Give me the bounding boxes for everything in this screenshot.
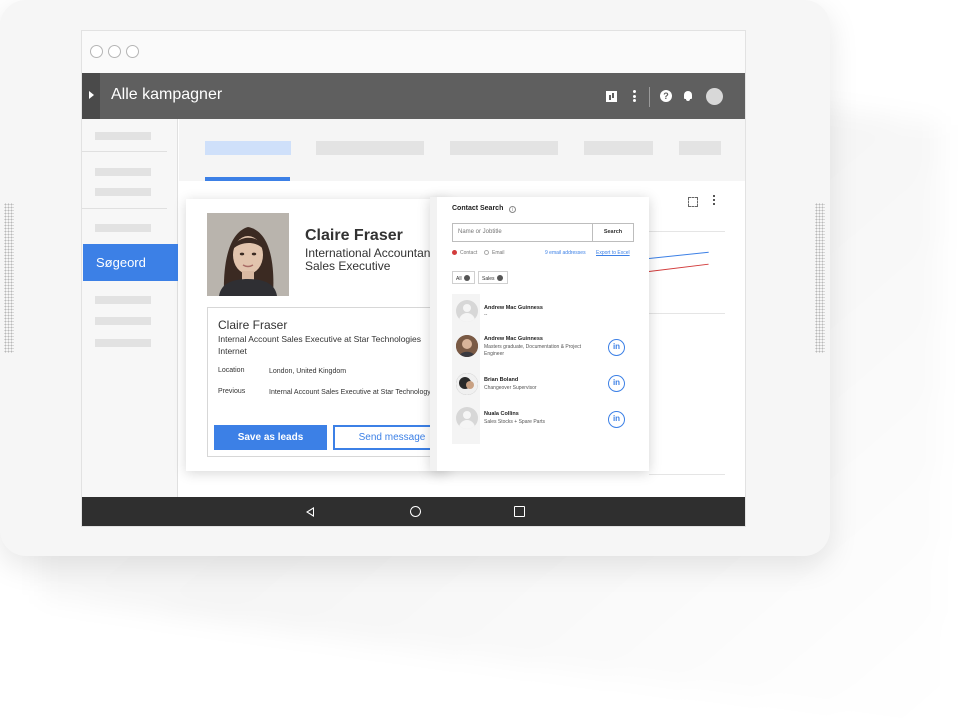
bar-chart-icon[interactable] — [606, 91, 617, 102]
radio-email-label: Email — [492, 250, 505, 256]
profile-name: Claire Fraser — [305, 227, 403, 244]
filter-all-label: All — [456, 276, 462, 282]
avatar — [456, 373, 478, 395]
sidebar-item-placeholder[interactable] — [95, 168, 151, 176]
sidebar-item-placeholder[interactable] — [95, 296, 151, 304]
previous-value: Internal Account Sales Executive at Star… — [269, 389, 431, 396]
radio-email-icon[interactable] — [484, 250, 489, 255]
bell-icon[interactable] — [683, 90, 693, 102]
tab-placeholder[interactable] — [584, 141, 653, 155]
close-icon[interactable] — [463, 275, 470, 281]
page-title: Alle kampagner — [111, 86, 223, 103]
main-tabs — [179, 119, 745, 181]
profile-role: Sales Executive — [305, 259, 391, 273]
tab-placeholder[interactable] — [450, 141, 558, 155]
result-description: -- — [484, 312, 488, 318]
avatar — [456, 300, 478, 322]
linkedin-icon[interactable]: in — [608, 339, 625, 356]
result-name[interactable]: Andrew Mac Guinness — [484, 336, 543, 342]
location-value: London, United Kingdom — [269, 368, 347, 375]
sidebar-divider — [82, 208, 167, 209]
close-icon[interactable] — [496, 275, 503, 281]
profile-card: Claire Fraser International Accountant S… — [186, 199, 449, 471]
export-to-excel-link[interactable]: Export to Excel — [596, 250, 630, 256]
sidebar-item-placeholder[interactable] — [95, 132, 151, 140]
window-minimize-dot[interactable] — [108, 45, 121, 58]
recent-apps-icon[interactable] — [514, 506, 525, 517]
chart-gridline — [649, 474, 725, 475]
more-vert-icon[interactable] — [713, 195, 715, 207]
more-vert-icon[interactable] — [633, 90, 636, 102]
search-button[interactable]: Search — [592, 223, 634, 242]
speaker-grille-left — [4, 203, 14, 353]
filter-chip-sales[interactable]: Sales — [478, 271, 508, 284]
profile-role: International Accountant — [305, 246, 434, 260]
appbar-separator — [649, 87, 650, 107]
sidebar-divider — [82, 151, 167, 152]
result-name[interactable]: Brian Boland — [484, 377, 518, 383]
save-as-leads-button[interactable]: Save as leads — [214, 425, 327, 450]
fullscreen-icon[interactable] — [688, 197, 698, 207]
chevron-right-icon — [89, 91, 94, 99]
result-photo — [456, 335, 478, 357]
search-input[interactable]: Name or Jobtitle — [452, 223, 592, 242]
tab-placeholder[interactable] — [679, 141, 721, 155]
filter-chip-all[interactable]: All — [452, 271, 475, 284]
tab-placeholder-active[interactable] — [205, 141, 291, 155]
previous-label: Previous — [218, 388, 246, 395]
avatar[interactable] — [706, 88, 723, 105]
android-nav-bar — [82, 497, 745, 526]
sidebar-item-placeholder[interactable] — [95, 317, 151, 325]
linkedin-icon[interactable]: in — [608, 411, 625, 428]
detail-name: Claire Fraser — [218, 318, 288, 332]
chart-gridline — [649, 313, 725, 314]
help-icon[interactable]: ? — [660, 90, 672, 102]
sidebar-item-placeholder[interactable] — [95, 224, 151, 232]
contact-search-title: Contact Search — [452, 205, 504, 212]
chart-series-line-blue — [648, 251, 709, 259]
filter-sales-label: Sales — [482, 276, 495, 282]
email-count: 9 email addresses — [545, 250, 586, 256]
sidebar-item-placeholder[interactable] — [95, 188, 151, 196]
info-icon[interactable]: i — [509, 206, 516, 213]
sidebar: Søgeord — [82, 119, 178, 497]
sidebar-item-sogeord[interactable]: Søgeord — [83, 244, 178, 281]
detail-headline: Internal Account Sales Executive at Star… — [218, 334, 422, 356]
contact-search-panel: Contact Search i Name or Jobtitle Search… — [430, 197, 649, 471]
chart-series-line-red — [648, 263, 709, 272]
app-bar: Alle kampagner ? — [82, 73, 745, 119]
location-label: Location — [218, 367, 245, 374]
home-icon[interactable] — [410, 506, 421, 517]
radio-contact-checked-icon[interactable] — [452, 250, 457, 255]
window-close-dot[interactable] — [90, 45, 103, 58]
result-name[interactable]: Nuala Collins — [484, 411, 519, 417]
back-icon[interactable] — [306, 507, 314, 517]
avatar — [456, 335, 478, 357]
speaker-grille-right — [815, 203, 825, 353]
profile-photo-image — [207, 213, 289, 296]
window-maximize-dot[interactable] — [126, 45, 139, 58]
panel-edge — [430, 197, 437, 471]
result-description: Changeover Supervisor — [484, 385, 537, 391]
avatar — [456, 407, 478, 429]
result-photo — [456, 373, 478, 395]
menu-toggle[interactable] — [82, 73, 100, 119]
profile-photo — [207, 213, 289, 296]
result-description: Sales Stocks + Spare Parts — [484, 419, 546, 425]
chart-gridline — [649, 231, 725, 232]
tab-placeholder[interactable] — [316, 141, 424, 155]
window-titlebar — [82, 31, 745, 73]
result-description: Masters graduate, Documentation & Projec… — [484, 344, 581, 357]
sidebar-item-placeholder[interactable] — [95, 339, 151, 347]
result-name[interactable]: Andrew Mac Guinness — [484, 305, 543, 311]
radio-contact-label: Contact — [460, 250, 478, 256]
linkedin-icon[interactable]: in — [608, 375, 625, 392]
